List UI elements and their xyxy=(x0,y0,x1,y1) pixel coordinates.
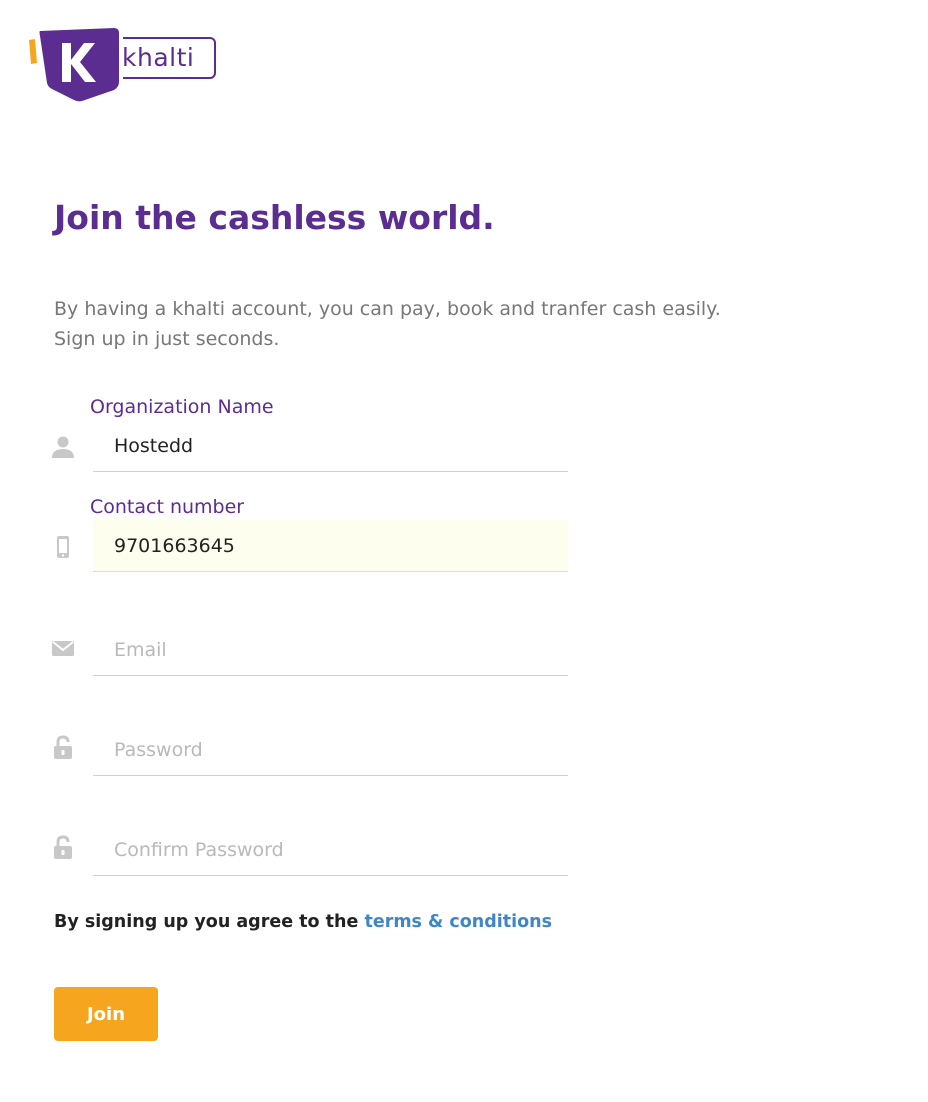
password-field xyxy=(50,724,570,776)
envelope-icon xyxy=(50,635,76,661)
confirm-password-field xyxy=(50,824,570,876)
email-input[interactable] xyxy=(93,624,568,676)
terms-prefix-text: By signing up you agree to the xyxy=(54,912,359,932)
signup-page: khalti Join the cashless world. By havin… xyxy=(0,0,928,1102)
password-input[interactable] xyxy=(93,724,568,776)
mobile-phone-icon xyxy=(50,534,76,560)
terms-conditions-link[interactable]: terms & conditions xyxy=(364,912,552,932)
organization-name-input[interactable] xyxy=(93,420,568,472)
contact-number-label: Contact number xyxy=(90,496,245,518)
organization-name-label: Organization Name xyxy=(90,396,274,418)
user-icon xyxy=(50,434,76,460)
logo-wordmark: khalti xyxy=(122,43,195,72)
email-field xyxy=(50,624,570,676)
page-title: Join the cashless world. xyxy=(54,198,495,237)
organization-name-field: Organization Name xyxy=(50,396,570,476)
unlock-icon xyxy=(50,835,76,861)
join-button[interactable]: Join xyxy=(54,987,158,1041)
khalti-logo[interactable]: khalti xyxy=(26,26,226,106)
unlock-icon xyxy=(50,735,76,761)
terms-agreement: By signing up you agree to the terms & c… xyxy=(54,912,552,932)
page-description-line-2: Sign up in just seconds. xyxy=(54,328,280,350)
contact-number-input[interactable] xyxy=(93,520,568,572)
page-description-line-1: By having a khalti account, you can pay,… xyxy=(54,298,721,320)
confirm-password-input[interactable] xyxy=(93,824,568,876)
contact-number-field: Contact number xyxy=(50,496,570,576)
